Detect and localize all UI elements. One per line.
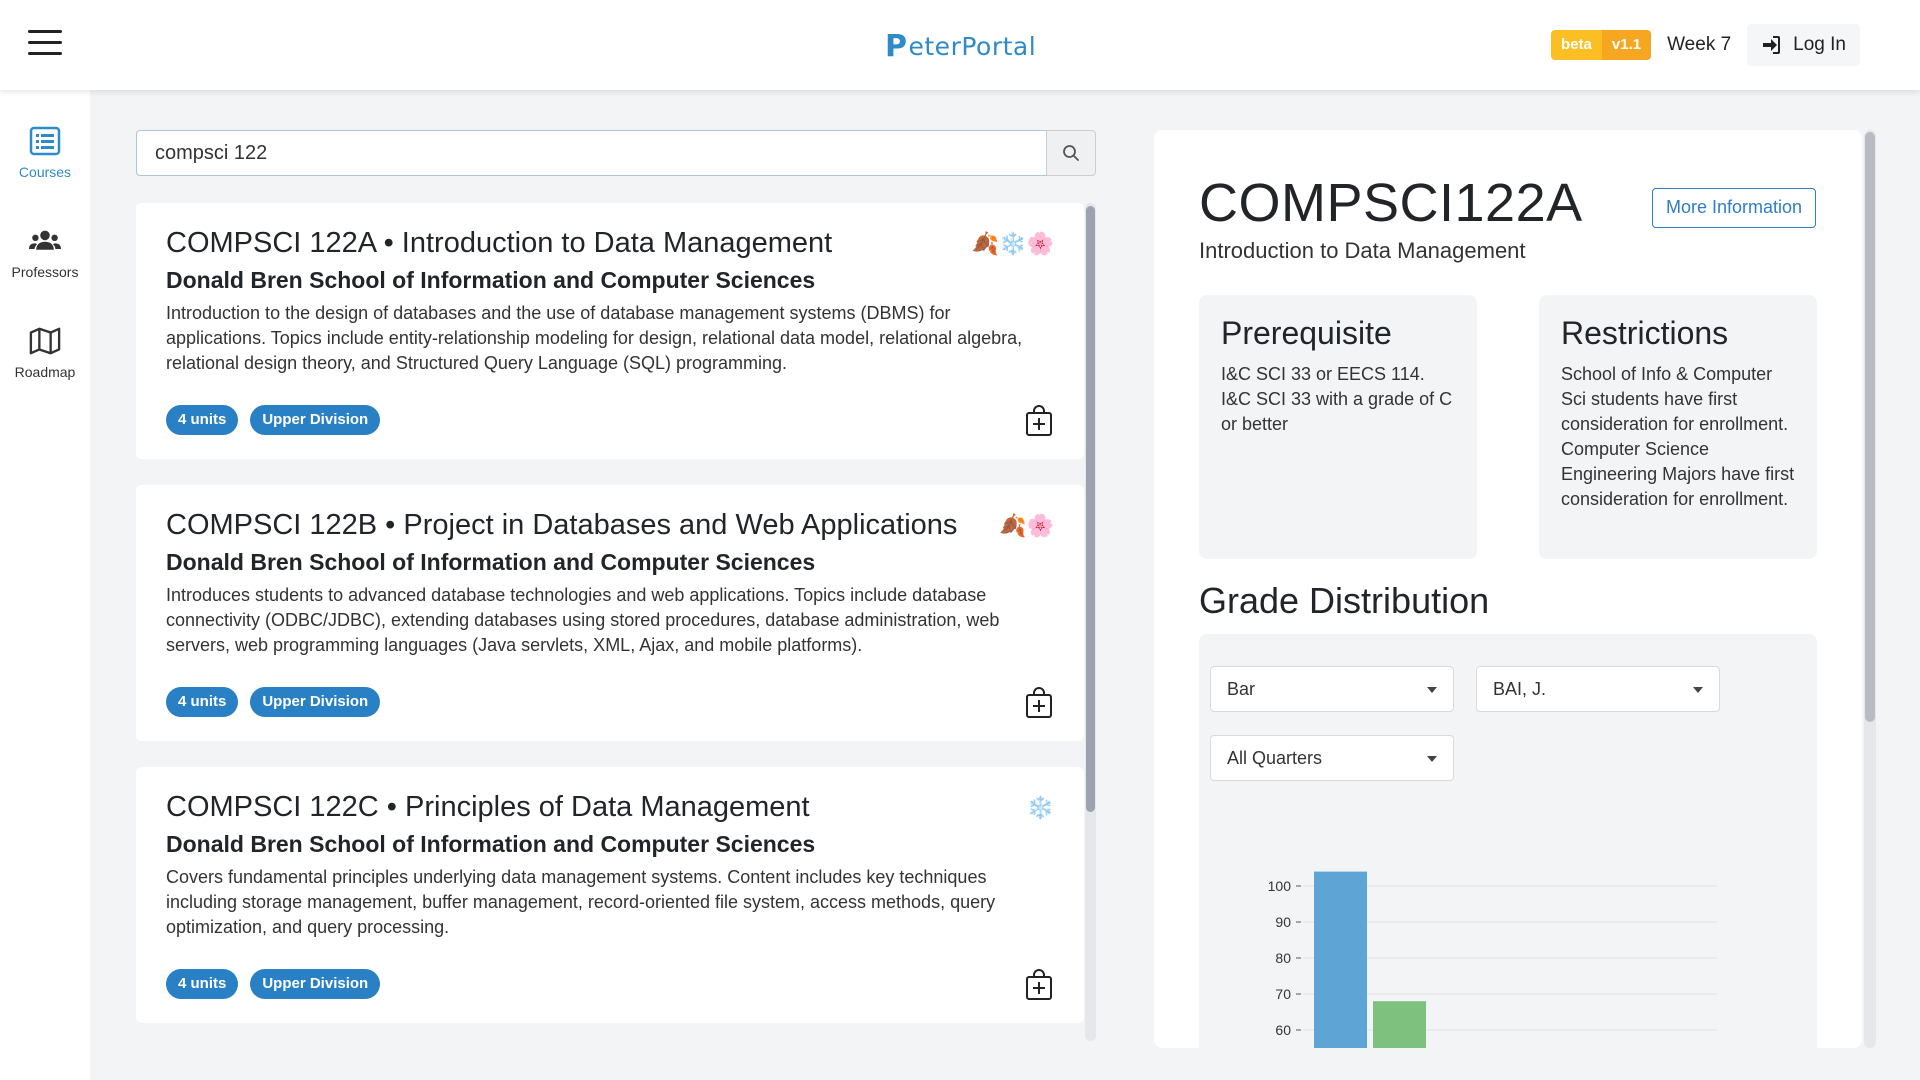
y-tick-label: 100 xyxy=(1268,878,1292,894)
course-school: Donald Bren School of Information and Co… xyxy=(166,549,816,575)
chart-type-value: Bar xyxy=(1227,679,1256,699)
chevron-down-icon xyxy=(1427,756,1437,762)
course-title[interactable]: COMPSCI 122A • Introduction to Data Mana… xyxy=(166,225,1054,261)
grade-bar[interactable] xyxy=(1373,1001,1426,1048)
course-school: Donald Bren School of Information and Co… xyxy=(166,267,816,293)
season-icons: 🍂❄️🌸 xyxy=(971,231,1054,256)
restrictions-box: Restrictions School of Info & Computer S… xyxy=(1539,295,1817,559)
list-icon xyxy=(29,126,61,156)
y-tick-label: 60 xyxy=(1275,1022,1291,1038)
chart-type-select[interactable]: Bar xyxy=(1210,666,1454,712)
course-description: Covers fundamental principles underlying… xyxy=(166,867,996,937)
add-to-roadmap-icon[interactable] xyxy=(1024,687,1054,719)
course-description: Introduction to the design of databases … xyxy=(166,303,1023,373)
course-tags: 4 units Upper Division xyxy=(166,405,381,435)
course-tags: 4 units Upper Division xyxy=(166,969,381,999)
chevron-down-icon xyxy=(1427,687,1437,693)
more-information-button[interactable]: More Information xyxy=(1652,188,1817,228)
scrollbar-thumb[interactable] xyxy=(1865,132,1875,722)
course-description: Introduces students to advanced database… xyxy=(166,585,1000,655)
sidebar-item-label: Professors xyxy=(11,264,79,280)
hamburger-menu-icon[interactable] xyxy=(28,30,62,58)
professor-select[interactable]: BAI, J. xyxy=(1476,666,1720,712)
logo-text: eterPortal xyxy=(908,31,1037,61)
course-tags: 4 units Upper Division xyxy=(166,687,381,717)
search-bar xyxy=(136,130,1096,176)
course-school: Donald Bren School of Information and Co… xyxy=(166,831,816,857)
grade-distribution-chart: 1009080706050 xyxy=(1268,871,1717,1048)
division-pill: Upper Division xyxy=(250,405,381,435)
top-header: P eterPortal beta v1.1 Week 7 Log In xyxy=(0,0,1920,90)
course-results-list[interactable]: COMPSCI 122A • Introduction to Data Mana… xyxy=(136,203,1096,1041)
season-icons: 🍂🌸 xyxy=(999,513,1054,538)
quarter-select[interactable]: All Quarters xyxy=(1210,735,1454,781)
units-pill: 4 units xyxy=(166,405,239,435)
course-detail-panel: COMPSCI122A Introduction to Data Managem… xyxy=(1154,130,1862,1048)
search-input[interactable] xyxy=(136,130,1046,176)
prerequisite-title: Prerequisite xyxy=(1221,315,1392,351)
course-title[interactable]: COMPSCI 122B • Project in Databases and … xyxy=(166,507,1054,543)
course-title[interactable]: COMPSCI 122C • Principles of Data Manage… xyxy=(166,789,1054,825)
logo-letter: P xyxy=(885,28,908,64)
search-button[interactable] xyxy=(1046,130,1096,176)
version-badge: beta v1.1 xyxy=(1551,30,1652,60)
professor-value: BAI, J. xyxy=(1493,679,1547,699)
y-tick-label: 70 xyxy=(1275,986,1291,1002)
sidebar-item-label: Roadmap xyxy=(14,364,76,380)
sidebar: Courses Professors Roadmap xyxy=(0,90,90,1080)
login-button[interactable]: Log In xyxy=(1747,24,1860,66)
peterportal-logo[interactable]: P eterPortal xyxy=(885,24,1036,68)
y-tick-label: 80 xyxy=(1275,950,1291,966)
add-to-roadmap-icon[interactable] xyxy=(1024,405,1054,437)
units-pill: 4 units xyxy=(166,687,239,717)
y-tick-label: 90 xyxy=(1275,914,1291,930)
chevron-down-icon xyxy=(1693,687,1703,693)
week-label: Week 7 xyxy=(1667,34,1732,55)
sidebar-item-roadmap[interactable]: Roadmap xyxy=(0,326,90,380)
add-to-roadmap-icon[interactable] xyxy=(1024,969,1054,1001)
course-name: Introduction to Data Management xyxy=(1199,238,1526,263)
course-card[interactable]: COMPSCI 122B • Project in Databases and … xyxy=(136,485,1084,741)
course-card[interactable]: COMPSCI 122C • Principles of Data Manage… xyxy=(136,767,1084,1023)
course-card[interactable]: COMPSCI 122A • Introduction to Data Mana… xyxy=(136,203,1084,459)
prerequisite-box: Prerequisite I&C SCI 33 or EECS 114. I&C… xyxy=(1199,295,1477,559)
beta-badge: beta xyxy=(1551,30,1602,60)
detail-scrollbar[interactable] xyxy=(1864,130,1876,1048)
season-icons: ❄️ xyxy=(1026,795,1054,820)
grade-bar[interactable] xyxy=(1314,871,1367,1048)
sidebar-item-label: Courses xyxy=(18,164,72,180)
sign-in-icon xyxy=(1763,36,1781,54)
map-icon xyxy=(29,327,61,355)
division-pill: Upper Division xyxy=(250,969,381,999)
division-pill: Upper Division xyxy=(250,687,381,717)
course-code-heading: COMPSCI122A xyxy=(1199,173,1583,233)
sidebar-item-professors[interactable]: Professors xyxy=(0,226,90,280)
login-label: Log In xyxy=(1793,34,1846,55)
grade-distribution-box: Bar BAI, J. All Quarters 1009080706050 xyxy=(1199,634,1817,1048)
grade-distribution-title: Grade Distribution xyxy=(1199,580,1490,621)
scrollbar-thumb[interactable] xyxy=(1086,206,1095,812)
sidebar-item-courses[interactable]: Courses xyxy=(0,126,90,180)
restrictions-title: Restrictions xyxy=(1561,315,1729,351)
header-right: beta v1.1 Week 7 Log In xyxy=(1551,24,1860,66)
restrictions-text: School of Info & Computer Sci students h… xyxy=(1561,364,1795,509)
version-label: v1.1 xyxy=(1601,30,1652,60)
units-pill: 4 units xyxy=(166,969,239,999)
users-icon xyxy=(29,230,61,250)
search-icon xyxy=(1063,145,1079,161)
quarter-value: All Quarters xyxy=(1227,748,1323,768)
course-list-scrollbar[interactable] xyxy=(1085,203,1096,1041)
prerequisite-text: I&C SCI 33 or EECS 114. I&C SCI 33 with … xyxy=(1221,364,1453,434)
